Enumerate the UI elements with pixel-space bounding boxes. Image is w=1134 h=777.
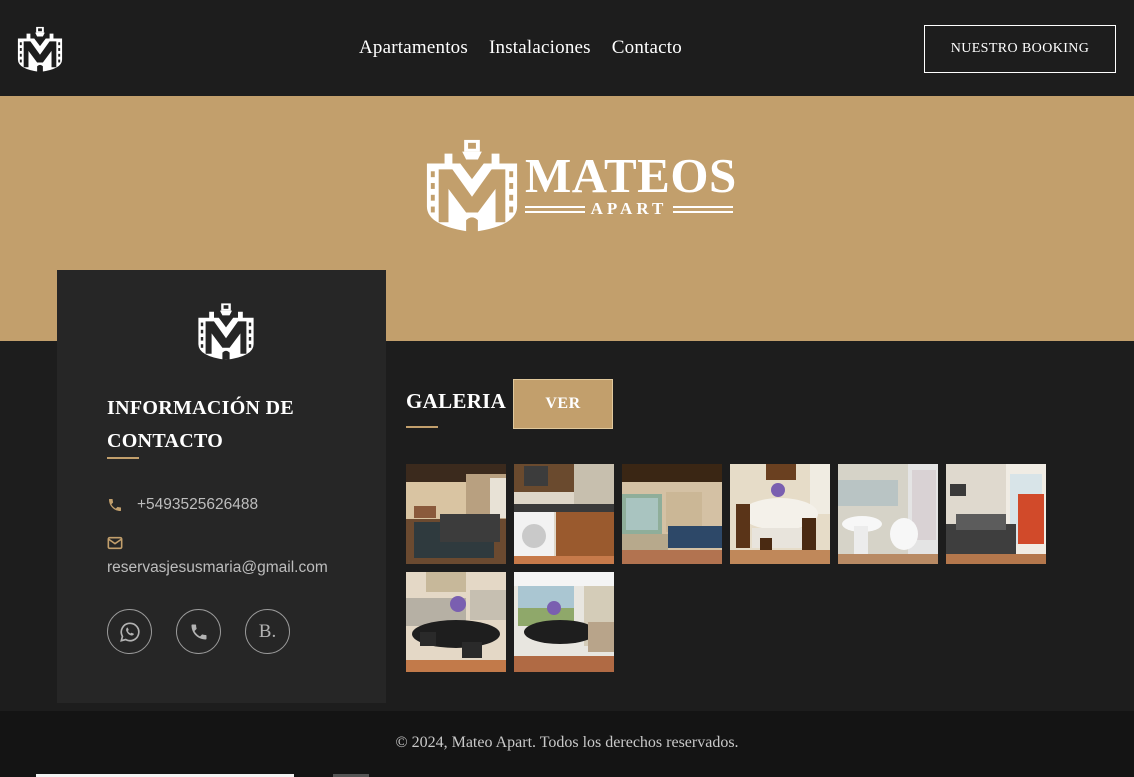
nav-link-instalaciones[interactable]: Instalaciones [489, 37, 591, 59]
gallery-photo[interactable] [730, 464, 830, 564]
social-links: B. [107, 609, 290, 654]
brand-title: MATEOS [525, 148, 737, 203]
mateos-logo-icon[interactable] [16, 24, 64, 74]
gallery-grid [406, 464, 1054, 672]
whatsapp-icon [119, 621, 140, 642]
gallery-photo[interactable] [514, 464, 614, 564]
gallery-photo[interactable] [514, 572, 614, 672]
booking-link-button[interactable]: B. [245, 609, 290, 654]
call-button[interactable] [176, 609, 221, 654]
email-address[interactable]: reservasjesusmaria@gmail.com [107, 559, 328, 577]
site-footer: © 2024, Mateo Apart. Todos los derechos … [0, 711, 1134, 777]
gallery-title: GALERIA [406, 389, 507, 413]
brand-wordmark: MATEOS APART [525, 148, 737, 220]
gallery-photo[interactable] [838, 464, 938, 564]
whatsapp-button[interactable] [107, 609, 152, 654]
booking-button[interactable]: NUESTRO BOOKING [924, 25, 1116, 73]
gallery-photo[interactable] [946, 464, 1046, 564]
contact-card: INFORMACIÓN DE CONTACTO +5493525626488 r… [57, 270, 386, 703]
phone-icon [191, 624, 206, 639]
contact-phone[interactable]: +5493525626488 [107, 496, 258, 514]
main-nav: Apartamentos Instalaciones Contacto [359, 37, 682, 59]
gallery-photo[interactable] [406, 464, 506, 564]
phone-icon [109, 499, 121, 511]
gallery-photo[interactable] [622, 464, 722, 564]
contact-title: INFORMACIÓN DE CONTACTO [107, 397, 294, 452]
brand-subtitle-row: APART [525, 199, 734, 218]
copyright-text: © 2024, Mateo Apart. Todos los derechos … [395, 734, 739, 751]
booking-icon: B. [258, 620, 277, 642]
divider-lines-right [673, 205, 734, 213]
top-navbar: Apartamentos Instalaciones Contacto NUES… [0, 0, 1134, 96]
gallery-underline [406, 426, 438, 428]
view-gallery-button[interactable]: VER [513, 379, 613, 429]
gallery-photo[interactable] [406, 572, 506, 672]
phone-number: +5493525626488 [137, 496, 259, 513]
mateos-emblem-icon [196, 300, 256, 362]
nav-link-contacto[interactable]: Contacto [612, 37, 682, 59]
divider-lines-left [525, 205, 585, 213]
envelope-icon [107, 536, 123, 550]
mateos-emblem-icon [423, 135, 521, 235]
title-underline [107, 457, 139, 459]
brand-subtitle: APART [590, 199, 668, 218]
nav-link-apartamentos[interactable]: Apartamentos [359, 37, 468, 59]
